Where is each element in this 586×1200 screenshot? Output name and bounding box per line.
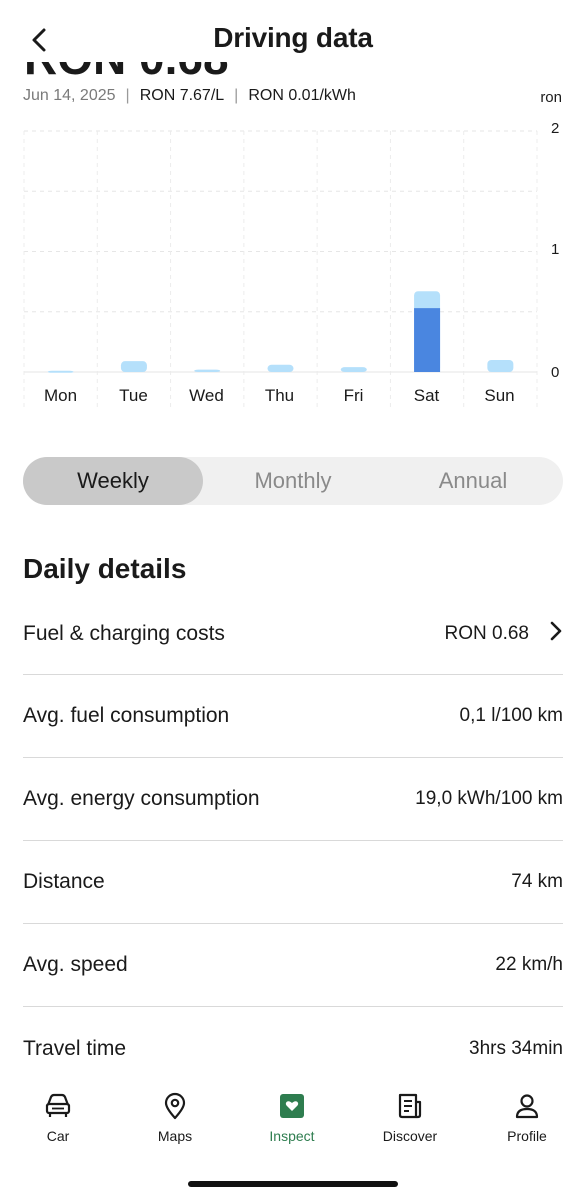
page-title: Driving data bbox=[213, 22, 373, 53]
x-tick-sun: Sun bbox=[484, 386, 515, 405]
row-value: 0,1 l/100 km bbox=[459, 705, 564, 726]
x-tick-tue: Tue bbox=[119, 386, 148, 405]
x-tick-thu: Thu bbox=[264, 386, 295, 405]
row-travel-time: Travel time 3hrs 34min bbox=[23, 1007, 563, 1090]
tab-label: Maps bbox=[157, 1128, 193, 1144]
separator: | bbox=[234, 87, 239, 104]
fuel-price: RON 7.67/L bbox=[139, 87, 225, 104]
row-value: RON 0.68 bbox=[444, 622, 529, 644]
row-value: 22 km/h bbox=[495, 954, 563, 975]
tab-label: Car bbox=[46, 1128, 70, 1144]
row-value: 19,0 kWh/100 km bbox=[415, 788, 563, 809]
tab-label: Inspect bbox=[269, 1128, 315, 1144]
summary-line: Jun 14, 2025 | RON 7.67/L | RON 0.01/kWh bbox=[23, 87, 356, 105]
row-label: Fuel & charging costs bbox=[23, 621, 225, 645]
bar-secondary-mon bbox=[47, 370, 74, 373]
bar-primary-sat bbox=[414, 308, 441, 372]
x-tick-wed: Wed bbox=[189, 386, 224, 405]
chart-unit-label: ron bbox=[540, 89, 562, 106]
news-icon bbox=[398, 1093, 422, 1119]
x-tick-sat: Sat bbox=[413, 386, 440, 405]
car-icon bbox=[45, 1093, 71, 1117]
row-distance: Distance 74 km bbox=[23, 841, 563, 924]
row-avg-speed: Avg. speed 22 km/h bbox=[23, 924, 563, 1007]
row-label: Travel time bbox=[23, 1036, 127, 1060]
person-icon bbox=[515, 1094, 539, 1119]
period-selector: Weekly Monthly Annual bbox=[23, 457, 563, 505]
tab-label: Discover bbox=[382, 1128, 438, 1144]
header: Driving data bbox=[0, 0, 586, 62]
tab-maps[interactable]: Maps bbox=[135, 1092, 215, 1144]
tab-inspect[interactable]: Inspect bbox=[252, 1092, 332, 1144]
x-tick-fri: Fri bbox=[343, 386, 364, 405]
row-fuel-charging-costs[interactable]: Fuel & charging costs RON 0.68 bbox=[23, 593, 563, 675]
y-tick-0: 0 bbox=[551, 364, 560, 381]
y-tick-2: 2 bbox=[551, 120, 560, 137]
row-value: 3hrs 34min bbox=[469, 1037, 563, 1059]
tab-label: Profile bbox=[507, 1128, 547, 1144]
map-pin-icon bbox=[164, 1092, 186, 1120]
row-avg-energy-consumption: Avg. energy consumption 19,0 kWh/100 km bbox=[23, 758, 563, 841]
bar-secondary-tue bbox=[120, 361, 147, 372]
row-label: Distance bbox=[23, 870, 105, 893]
tab-car[interactable]: Car bbox=[18, 1092, 98, 1144]
bar-secondary-sun bbox=[487, 359, 514, 372]
chart-canvas bbox=[23, 130, 538, 410]
tab-discover[interactable]: Discover bbox=[370, 1092, 450, 1144]
home-indicator bbox=[188, 1181, 398, 1187]
energy-price: RON 0.01/kWh bbox=[248, 87, 356, 104]
tab-weekly[interactable]: Weekly bbox=[23, 457, 203, 505]
cost-chart: 2 1 0 Mon Tue Wed Thu Fri Sat Sun bbox=[0, 120, 586, 415]
bar-secondary-wed bbox=[194, 369, 221, 372]
inspect-heart-icon bbox=[280, 1094, 304, 1118]
row-label: Avg. energy consumption bbox=[23, 787, 260, 810]
bar-secondary-thu bbox=[267, 364, 294, 372]
row-label: Avg. fuel consumption bbox=[23, 704, 230, 727]
row-label: Avg. speed bbox=[23, 953, 128, 976]
x-tick-mon: Mon bbox=[43, 386, 78, 405]
summary-date: Jun 14, 2025 bbox=[23, 87, 116, 104]
separator: | bbox=[125, 87, 130, 104]
tab-monthly[interactable]: Monthly bbox=[203, 457, 383, 505]
tab-profile[interactable]: Profile bbox=[487, 1092, 567, 1144]
section-title-daily-details: Daily details bbox=[23, 553, 187, 584]
y-tick-1: 1 bbox=[551, 241, 560, 258]
chevron-right-icon bbox=[549, 620, 563, 648]
daily-details-list: Fuel & charging costs RON 0.68 Avg. fuel… bbox=[23, 593, 563, 1090]
tab-annual[interactable]: Annual bbox=[383, 457, 563, 505]
row-value: 74 km bbox=[511, 871, 563, 892]
row-avg-fuel-consumption: Avg. fuel consumption 0,1 l/100 km bbox=[23, 675, 563, 758]
bar-secondary-fri bbox=[340, 367, 367, 372]
